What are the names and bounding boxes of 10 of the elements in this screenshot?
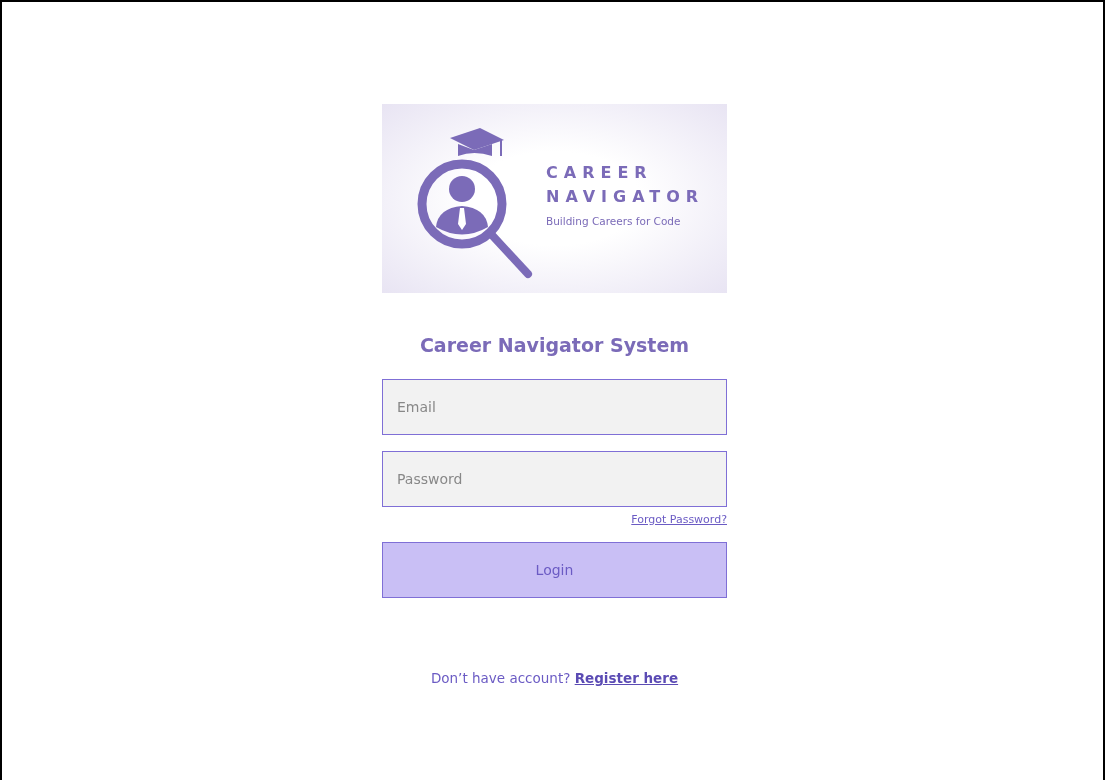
register-link[interactable]: Register here (574, 670, 679, 686)
logo-wordmark: CAREER (546, 161, 654, 184)
logo-tagline: Building Careers for Code (546, 214, 682, 227)
login-button[interactable]: Login (382, 542, 727, 598)
forgot-password-link[interactable]: Forgot Password? (631, 512, 727, 528)
logo-wordmark: NAVIGATOR (546, 185, 705, 208)
register-prompt: Don’t have account? Register here (429, 670, 680, 686)
page-title: Career Navigator System (418, 333, 691, 358)
input-field[interactable]: Email (382, 379, 727, 435)
input-field[interactable]: Password (382, 451, 727, 507)
